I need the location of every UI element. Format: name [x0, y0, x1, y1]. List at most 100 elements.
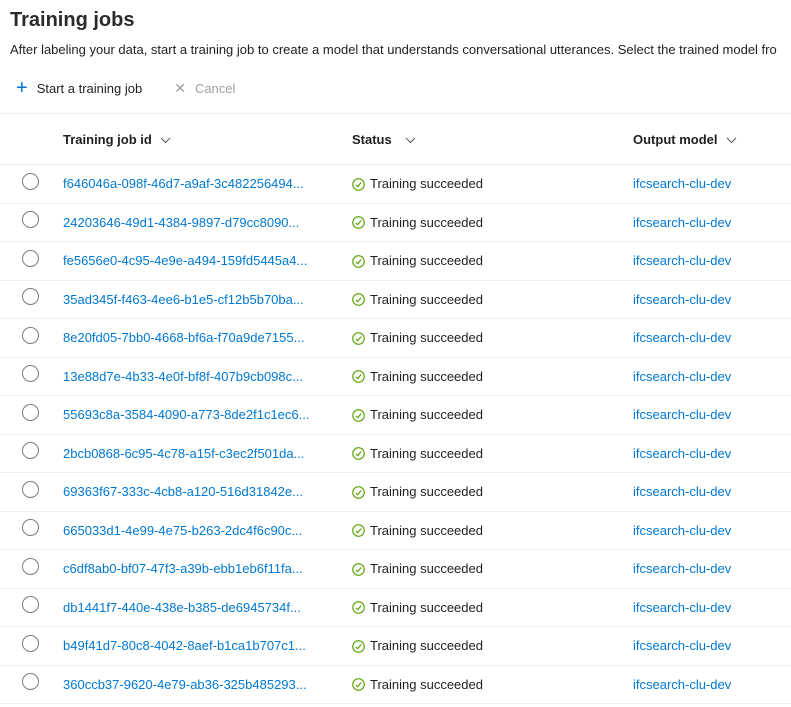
column-header-output-model[interactable]: Output model — [633, 132, 791, 147]
row-status-cell: Training succeeded — [352, 561, 633, 576]
output-model-link[interactable]: ifcsearch-clu-dev — [633, 561, 731, 576]
status-text: Training succeeded — [370, 676, 483, 692]
chevron-down-icon — [405, 137, 416, 143]
row-radio-button[interactable] — [22, 557, 39, 575]
training-job-id-link[interactable]: 69363f67-333c-4cb8-a120-516d31842e... — [63, 484, 303, 499]
output-model-link[interactable]: ifcsearch-clu-dev — [633, 215, 731, 230]
training-job-id-link[interactable]: 2bcb0868-6c95-4c78-a15f-c3ec2f501da... — [63, 446, 304, 461]
row-radio-button[interactable] — [22, 249, 39, 267]
row-status-cell: Training succeeded — [352, 292, 633, 307]
success-check-icon — [352, 293, 365, 307]
row-radio-cell — [0, 519, 63, 541]
output-model-link[interactable]: ifcsearch-clu-dev — [633, 677, 731, 692]
row-status-cell: Training succeeded — [352, 369, 633, 384]
output-model-link[interactable]: ifcsearch-clu-dev — [633, 176, 731, 191]
success-check-icon — [352, 485, 365, 499]
training-job-id-link[interactable]: 55693c8a-3584-4090-a773-8de2f1c1ec6... — [63, 407, 309, 422]
row-id-cell: fe5656e0-4c95-4e9e-a494-159fd5445a4... — [63, 253, 352, 268]
column-header-status[interactable]: Status — [352, 132, 633, 147]
row-radio-button[interactable] — [22, 519, 39, 537]
table-row: 8e20fd05-7bb0-4668-bf6a-f70a9de7155... T… — [0, 319, 791, 358]
row-id-cell: 2bcb0868-6c95-4c78-a15f-c3ec2f501da... — [63, 446, 352, 461]
table-row: 13e88d7e-4b33-4e0f-bf8f-407b9cb098c... T… — [0, 358, 791, 396]
output-model-link[interactable]: ifcsearch-clu-dev — [633, 600, 731, 615]
page-title: Training jobs — [10, 9, 135, 31]
plus-icon: + — [16, 77, 28, 99]
row-radio-button[interactable] — [22, 211, 39, 229]
row-output-model-cell: ifcsearch-clu-dev — [633, 446, 791, 461]
row-id-cell: 8e20fd05-7bb0-4668-bf6a-f70a9de7155... — [63, 330, 352, 345]
start-training-job-label: Start a training job — [36, 80, 143, 96]
training-job-id-link[interactable]: fe5656e0-4c95-4e9e-a494-159fd5445a4... — [63, 253, 307, 268]
table-row: c6df8ab0-bf07-47f3-a39b-ebb1eb6f11fa... … — [0, 550, 791, 589]
row-radio-button[interactable] — [22, 172, 39, 190]
output-model-link[interactable]: ifcsearch-clu-dev — [633, 369, 731, 384]
row-radio-button[interactable] — [22, 480, 39, 498]
row-output-model-cell: ifcsearch-clu-dev — [633, 253, 791, 268]
success-check-icon — [352, 601, 365, 615]
row-radio-cell — [0, 326, 63, 349]
training-job-id-link[interactable]: 24203646-49d1-4384-9897-d79cc8090... — [63, 215, 299, 230]
status-text: Training succeeded — [370, 330, 483, 346]
row-output-model-cell: ifcsearch-clu-dev — [633, 369, 791, 384]
row-radio-button[interactable] — [22, 634, 39, 652]
row-id-cell: 360ccb37-9620-4e79-ab36-325b485293... — [63, 677, 352, 692]
row-status-cell: Training succeeded — [352, 600, 633, 615]
row-radio-cell — [0, 288, 63, 310]
column-header-training-job-id[interactable]: Training job id — [63, 132, 352, 147]
status-text: Training succeeded — [370, 176, 483, 192]
output-model-link[interactable]: ifcsearch-clu-dev — [633, 446, 731, 461]
row-id-cell: 665033d1-4e99-4e75-b263-2dc4f6c90c... — [63, 523, 352, 538]
table-row: 35ad345f-f463-4ee6-b1e5-cf12b5b70ba... T… — [0, 281, 791, 319]
training-job-id-link[interactable]: 665033d1-4e99-4e75-b263-2dc4f6c90c... — [63, 523, 302, 538]
training-job-id-link[interactable]: db1441f7-440e-438e-b385-de6945734f... — [63, 600, 301, 615]
row-radio-button[interactable] — [22, 365, 39, 383]
training-job-id-link[interactable]: c6df8ab0-bf07-47f3-a39b-ebb1eb6f11fa... — [63, 561, 303, 576]
output-model-link[interactable]: ifcsearch-clu-dev — [633, 292, 731, 307]
training-job-id-link[interactable]: 8e20fd05-7bb0-4668-bf6a-f70a9de7155... — [63, 330, 304, 345]
table-row: f646046a-098f-46d7-a9af-3c482256494... T… — [0, 165, 791, 204]
success-check-icon — [352, 408, 365, 422]
row-radio-button[interactable] — [22, 442, 39, 460]
table-row: 665033d1-4e99-4e75-b263-2dc4f6c90c... Tr… — [0, 512, 791, 550]
row-id-cell: 13e88d7e-4b33-4e0f-bf8f-407b9cb098c... — [63, 369, 352, 384]
table-row: 24203646-49d1-4384-9897-d79cc8090... Tra… — [0, 204, 791, 242]
output-model-link[interactable]: ifcsearch-clu-dev — [633, 330, 731, 345]
row-id-cell: f646046a-098f-46d7-a9af-3c482256494... — [63, 176, 352, 191]
success-check-icon — [352, 524, 365, 538]
training-job-id-link[interactable]: f646046a-098f-46d7-a9af-3c482256494... — [63, 176, 304, 191]
success-check-icon — [352, 447, 365, 461]
status-text: Training succeeded — [370, 445, 483, 461]
row-radio-button[interactable] — [22, 673, 39, 691]
row-radio-button[interactable] — [22, 403, 39, 421]
start-training-job-button[interactable]: + Start a training job — [12, 77, 146, 99]
row-radio-button[interactable] — [22, 596, 39, 614]
chevron-down-icon — [160, 137, 171, 143]
success-check-icon — [352, 639, 365, 653]
training-job-id-link[interactable]: 35ad345f-f463-4ee6-b1e5-cf12b5b70ba... — [63, 292, 304, 307]
output-model-link[interactable]: ifcsearch-clu-dev — [633, 484, 731, 499]
row-radio-cell — [0, 249, 63, 272]
cancel-button[interactable]: ✕ Cancel — [170, 81, 239, 95]
row-id-cell: 69363f67-333c-4cb8-a120-516d31842e... — [63, 484, 352, 499]
row-output-model-cell: ifcsearch-clu-dev — [633, 292, 791, 307]
row-status-cell: Training succeeded — [352, 330, 633, 345]
success-check-icon — [352, 254, 365, 268]
output-model-link[interactable]: ifcsearch-clu-dev — [633, 407, 731, 422]
output-model-link[interactable]: ifcsearch-clu-dev — [633, 253, 731, 268]
training-job-id-link[interactable]: b49f41d7-80c8-4042-8aef-b1ca1b707c1... — [63, 638, 306, 653]
column-header-label: Status — [352, 131, 392, 147]
row-status-cell: Training succeeded — [352, 677, 633, 692]
row-status-cell: Training succeeded — [352, 523, 633, 538]
row-id-cell: c6df8ab0-bf07-47f3-a39b-ebb1eb6f11fa... — [63, 561, 352, 576]
output-model-link[interactable]: ifcsearch-clu-dev — [633, 638, 731, 653]
row-radio-button[interactable] — [22, 288, 39, 306]
output-model-link[interactable]: ifcsearch-clu-dev — [633, 523, 731, 538]
row-status-cell: Training succeeded — [352, 638, 633, 653]
training-job-id-link[interactable]: 360ccb37-9620-4e79-ab36-325b485293... — [63, 677, 307, 692]
row-output-model-cell: ifcsearch-clu-dev — [633, 330, 791, 345]
success-check-icon — [352, 370, 365, 384]
row-radio-button[interactable] — [22, 326, 39, 344]
training-job-id-link[interactable]: 13e88d7e-4b33-4e0f-bf8f-407b9cb098c... — [63, 369, 303, 384]
status-text: Training succeeded — [370, 253, 483, 269]
